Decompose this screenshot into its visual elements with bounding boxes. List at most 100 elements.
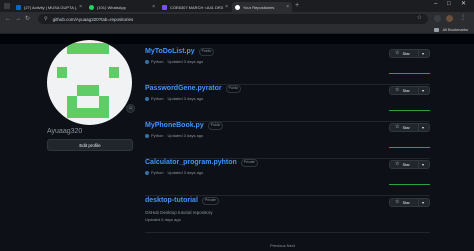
reload-icon[interactable]: ↻ <box>25 16 30 22</box>
divider <box>418 87 419 94</box>
language-color-dot <box>145 96 149 101</box>
set-status-icon[interactable]: ☺ <box>126 104 135 113</box>
repo-language: Python <box>151 96 164 101</box>
star-label: Star <box>402 51 410 56</box>
browser-tab-bar: (27) Activity | MUSA GUPTA (... × (101) … <box>0 0 474 12</box>
repo-language: Python <box>151 170 164 175</box>
site-info-icon[interactable]: ⚲ <box>44 16 48 22</box>
language-color-dot <box>145 133 149 138</box>
visibility-badge: Private <box>240 159 258 167</box>
divider <box>418 161 419 168</box>
repo-updated: Updated 3 days ago <box>167 59 204 64</box>
star-icon: ☆ <box>395 161 400 167</box>
tab-label: (101) WhatsApp <box>97 4 126 10</box>
language-color-dot <box>145 59 149 64</box>
back-icon[interactable]: ← <box>5 16 11 22</box>
chevron-down-icon[interactable]: ▾ <box>422 50 424 57</box>
tab-label: Your Repositories <box>243 4 275 10</box>
whatsapp-icon <box>89 4 94 10</box>
tab-label: (27) Activity | MUSA GUPTA (... <box>24 4 78 10</box>
star-button[interactable]: ☆ Star ▾ <box>389 49 430 58</box>
close-window-icon[interactable]: ✕ <box>461 1 466 7</box>
repo-updated: Updated 6 days ago <box>145 217 181 222</box>
chevron-down-icon[interactable]: ▾ <box>422 161 424 168</box>
identicon-block <box>57 67 67 78</box>
maximize-icon[interactable]: □ <box>447 1 451 7</box>
close-icon[interactable]: × <box>225 4 228 10</box>
star-button[interactable]: ☆ Star ▾ <box>389 86 430 95</box>
edit-profile-button[interactable]: Edit profile <box>47 139 133 151</box>
extensions-icon[interactable] <box>434 15 441 22</box>
divider <box>418 124 419 131</box>
all-bookmarks-label: All Bookmarks <box>442 27 468 32</box>
star-label: Star <box>402 200 410 205</box>
repo-item: MyToDoList.py Public Python Updated 3 da… <box>145 48 430 85</box>
identicon-block <box>67 43 109 54</box>
star-icon: ☆ <box>395 87 400 93</box>
repo-name-link[interactable]: Calculator_program.pyhton <box>145 159 237 166</box>
close-icon[interactable]: × <box>79 4 82 10</box>
star-icon: ☆ <box>395 50 400 56</box>
chevron-down-icon[interactable]: ▾ <box>422 87 424 94</box>
star-button[interactable]: ☆ Star ▾ <box>389 123 430 132</box>
course-icon <box>162 4 167 10</box>
activity-graph <box>389 182 430 185</box>
repo-updated: Updated 3 days ago <box>167 133 204 138</box>
chevron-down-icon[interactable]: ▾ <box>422 124 424 131</box>
star-label: Star <box>402 88 410 93</box>
repo-item: PasswordGene.pyrator Public Python Updat… <box>145 85 430 122</box>
repo-language: Python <box>151 133 164 138</box>
identicon-block <box>109 67 119 78</box>
new-tab-icon[interactable]: + <box>295 2 299 9</box>
menu-icon[interactable]: ⋮ <box>460 15 466 21</box>
star-icon: ☆ <box>395 199 400 205</box>
star-button[interactable]: ☆ Star ▾ <box>389 198 430 207</box>
language-color-dot <box>145 170 149 175</box>
divider <box>418 50 419 57</box>
repo-description: GitHub Desktop tutorial repository <box>145 210 213 215</box>
tab-repositories[interactable]: Your Repositories × <box>232 2 292 12</box>
github-icon <box>235 4 240 10</box>
url-input[interactable]: ⚲ github.com/Ayuaag320?tab=repositories … <box>38 14 428 24</box>
repo-item: Calculator_program.pyhton Private Python… <box>145 159 430 196</box>
tab-search-icon[interactable] <box>4 3 10 9</box>
visibility-badge: Private <box>201 197 219 205</box>
star-icon: ☆ <box>395 124 400 130</box>
visibility-badge: Public <box>198 48 215 56</box>
visibility-badge: Public <box>225 85 242 93</box>
identicon-block <box>77 85 99 96</box>
activity-graph <box>389 145 430 148</box>
pagination[interactable]: Previous Next <box>270 243 295 248</box>
minimize-icon[interactable]: – <box>434 1 437 7</box>
repo-updated: Updated 3 days ago <box>167 170 204 175</box>
tab-label: COE6307 MARCH <A41 DR30 ... <box>170 4 224 10</box>
profile-avatar-icon[interactable] <box>446 15 453 22</box>
address-bar-row: ← → ↻ ⚲ github.com/Ayuaag320?tab=reposit… <box>0 12 474 26</box>
identicon-block <box>67 96 77 108</box>
repo-name-link[interactable]: MyPhoneBook.py <box>145 122 204 129</box>
url-text: github.com/Ayuaag320?tab=repositories <box>52 16 134 22</box>
tab-course[interactable]: COE6307 MARCH <A41 DR30 ... × <box>159 2 231 12</box>
star-button[interactable]: ☆ Star ▾ <box>389 160 430 169</box>
identicon-block <box>67 108 109 118</box>
bookmarks-bar: All Bookmarks <box>0 26 474 34</box>
bookmark-star-icon[interactable]: ☆ <box>417 15 422 21</box>
chevron-down-icon[interactable]: ▾ <box>422 199 424 206</box>
divider <box>418 199 419 206</box>
tab-linkedin[interactable]: (27) Activity | MUSA GUPTA (... × <box>13 2 85 12</box>
close-icon[interactable]: × <box>286 4 289 10</box>
star-label: Star <box>402 125 410 130</box>
visibility-badge: Public <box>207 122 224 130</box>
star-label: Star <box>402 162 410 167</box>
tab-whatsapp[interactable]: (101) WhatsApp × <box>86 2 158 12</box>
repo-updated: Updated 3 days ago <box>167 96 204 101</box>
repo-item: MyPhoneBook.py Public Python Updated 3 d… <box>145 122 430 159</box>
repo-name-link[interactable]: MyToDoList.py <box>145 48 195 55</box>
all-bookmarks-button[interactable]: All Bookmarks <box>434 27 468 32</box>
repo-name-link[interactable]: desktop-tutorial <box>145 197 198 204</box>
close-icon[interactable]: × <box>152 4 155 10</box>
forward-icon[interactable]: → <box>15 16 21 22</box>
avatar[interactable] <box>47 40 132 125</box>
linkedin-icon <box>16 4 21 10</box>
repo-name-link[interactable]: PasswordGene.pyrator <box>145 85 222 92</box>
